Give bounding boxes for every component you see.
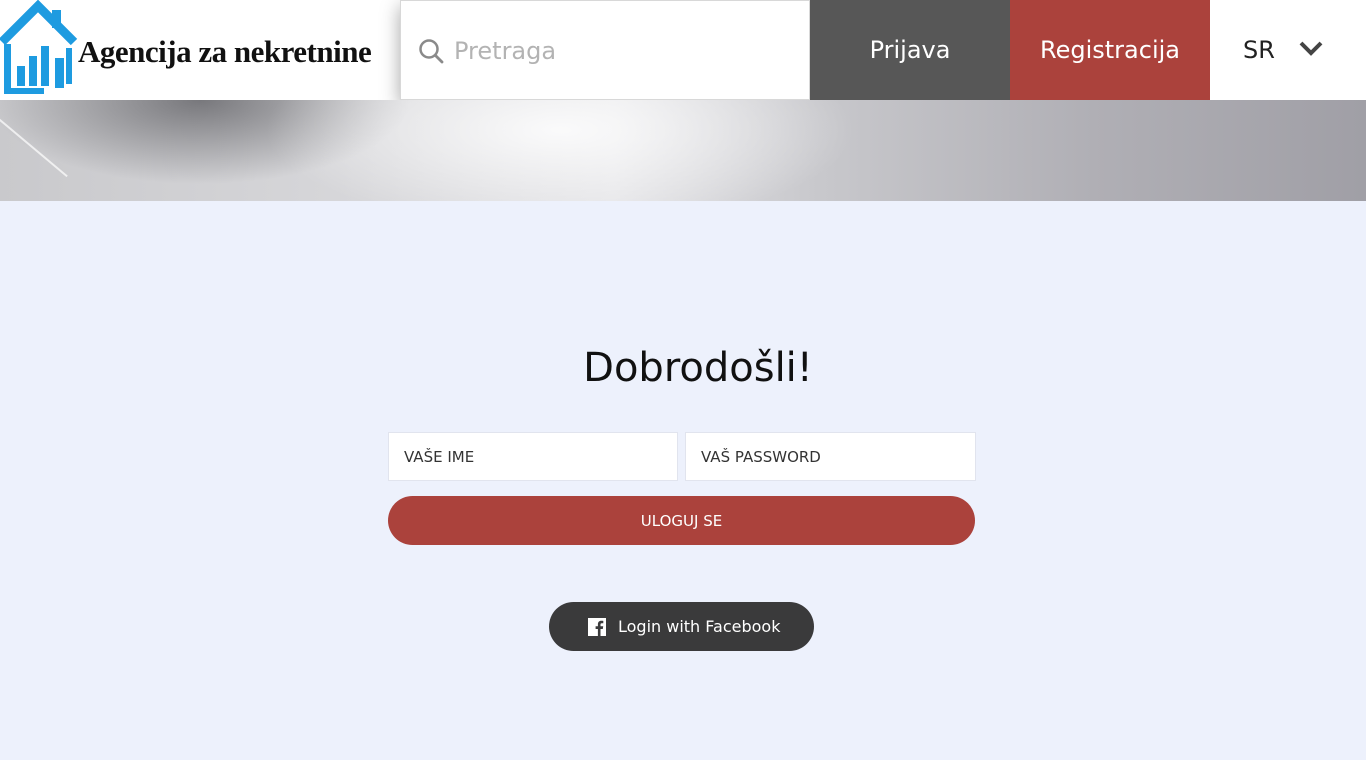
name-field[interactable] [388,432,678,481]
facebook-icon [588,617,606,636]
password-field[interactable] [685,432,976,481]
top-header: Agencija za nekretnine Prijava Registrac… [0,0,1366,100]
language-selector[interactable]: SR [1210,0,1366,100]
search-icon[interactable] [418,38,444,64]
site-logo[interactable]: Agencija za nekretnine [0,0,400,100]
login-submit-button[interactable]: ULOGUJ SE [388,496,975,545]
chevron-down-icon[interactable] [1298,40,1324,58]
hero-banner [0,100,1366,201]
house-logo-icon [0,0,78,94]
facebook-login-button[interactable]: Login with Facebook [549,602,814,651]
register-button[interactable]: Registracija [1010,0,1210,100]
page-title: Dobrodošli! [583,345,813,391]
search-input[interactable] [454,31,794,71]
search-box [400,0,810,100]
facebook-login-label: Login with Facebook [618,617,781,636]
logo-text: Agencija za nekretnine [78,34,372,69]
language-label: SR [1243,36,1275,64]
login-button[interactable]: Prijava [810,0,1010,100]
hero-decoration [0,104,68,178]
